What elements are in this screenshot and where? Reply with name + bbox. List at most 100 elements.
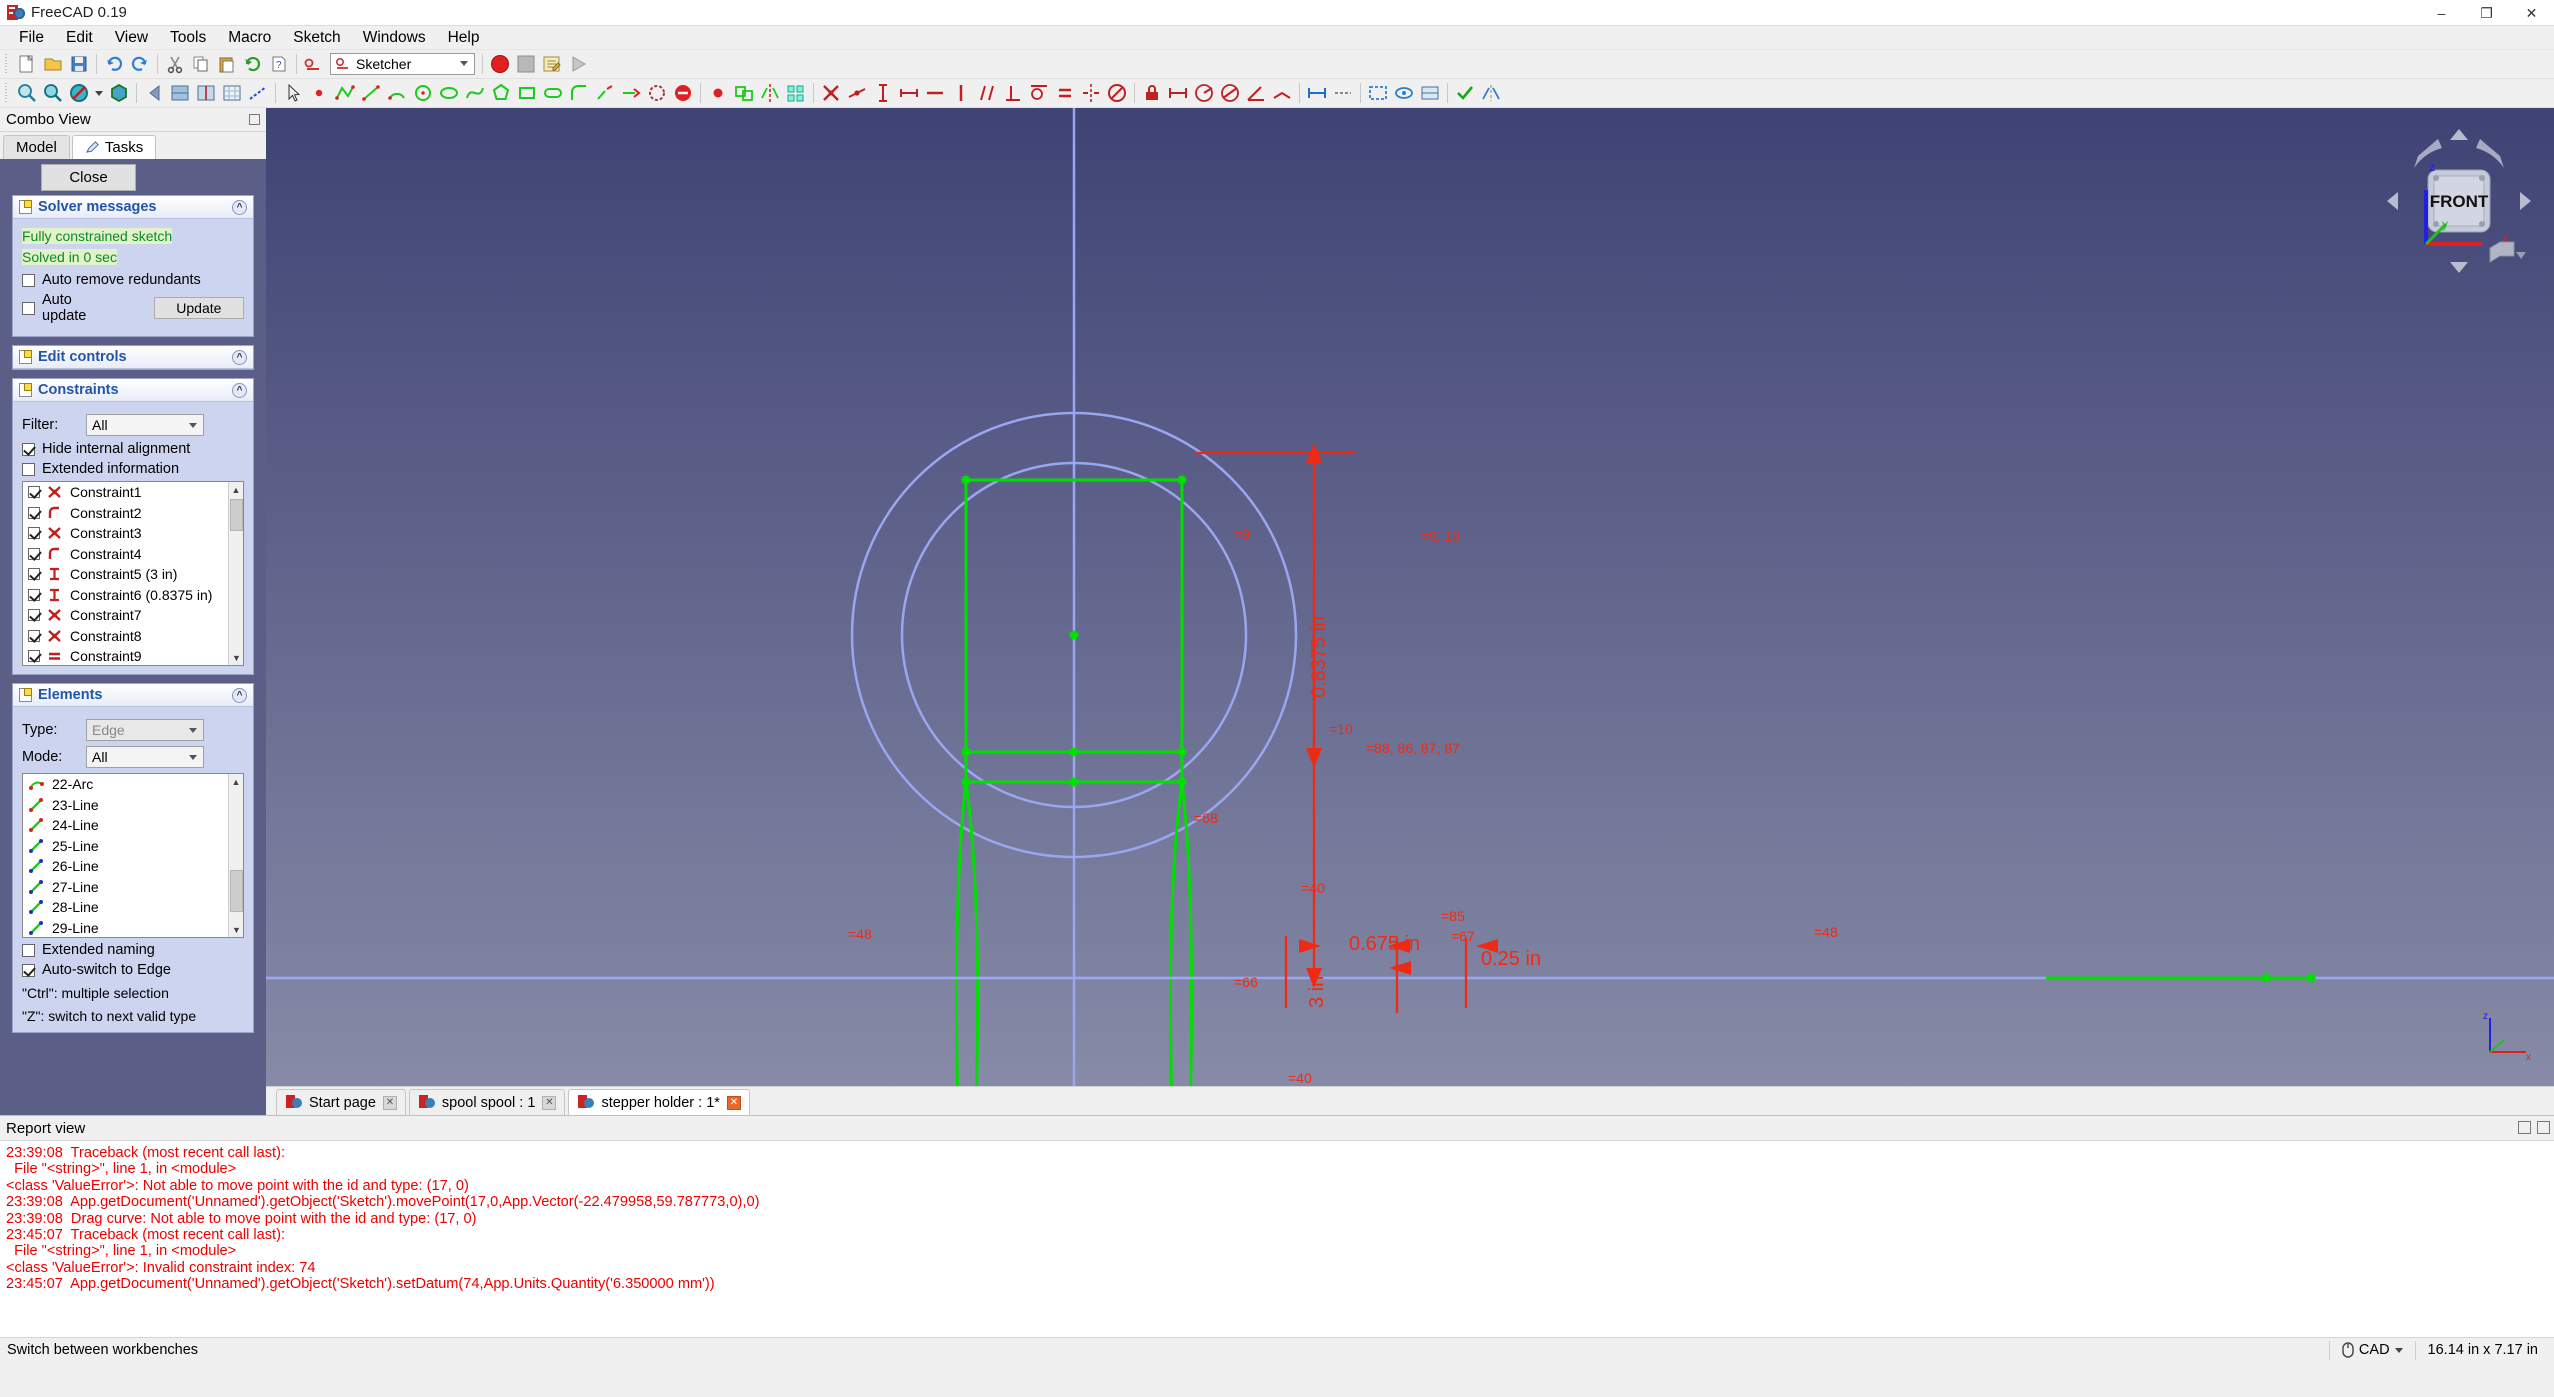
dim-0-675[interactable]: 0.675 in	[1349, 933, 1420, 956]
close-tab-icon[interactable]: ✕	[542, 1096, 556, 1110]
open-document-icon[interactable]	[41, 52, 65, 76]
extended-naming-checkbox[interactable]	[22, 944, 35, 957]
constraint-list-item[interactable]: Constraint4	[23, 544, 243, 565]
constrain-angle-icon[interactable]	[1244, 81, 1268, 105]
constraint-list-item[interactable]: Constraint2	[23, 503, 243, 524]
view-sketch-icon[interactable]	[168, 81, 192, 105]
toolbar-grip[interactable]	[4, 54, 11, 74]
view-section-icon[interactable]	[194, 81, 218, 105]
nav-style-selector[interactable]: CAD	[2329, 1341, 2415, 1360]
constraint-list-item[interactable]: Constraint9	[23, 646, 243, 666]
dim-0-8375[interactable]: 0.8375 in	[1308, 616, 1331, 698]
scroll-up-icon[interactable]: ▲	[229, 774, 243, 789]
conic-icon[interactable]	[437, 81, 461, 105]
save-icon[interactable]	[67, 52, 91, 76]
macros-button[interactable]	[540, 52, 564, 76]
menu-macro[interactable]: Macro	[217, 26, 282, 50]
sketch-mirror-icon[interactable]	[1479, 81, 1503, 105]
solver-messages-header[interactable]: Solver messages ^	[13, 196, 253, 219]
constraint-checkbox[interactable]	[28, 548, 40, 560]
navigation-cube[interactable]: FRONT x y z	[2384, 126, 2534, 276]
workbench-selector[interactable]: Sketcher	[330, 53, 475, 75]
external-geometry-icon[interactable]	[645, 81, 669, 105]
show-hide-internal-geometry-icon[interactable]	[1392, 81, 1416, 105]
constraint-checkbox[interactable]	[28, 486, 40, 498]
constraints-filter-select[interactable]: All	[86, 414, 204, 436]
constraint-list-item[interactable]: Constraint5 (3 in)	[23, 564, 243, 585]
constrain-vertical-distance-icon[interactable]	[871, 81, 895, 105]
minimize-button[interactable]: –	[2419, 0, 2464, 26]
new-document-icon[interactable]	[15, 52, 39, 76]
element-list-item[interactable]: 27-Line	[23, 877, 243, 898]
extended-naming-row[interactable]: Extended naming	[22, 942, 244, 958]
construction-mode-icon[interactable]	[706, 81, 730, 105]
select-icon[interactable]	[281, 81, 305, 105]
constraint-checkbox[interactable]	[28, 568, 40, 580]
collapse-icon[interactable]: ^	[232, 350, 247, 365]
constrain-coincident-icon[interactable]	[819, 81, 843, 105]
menu-sketch[interactable]: Sketch	[282, 26, 351, 50]
symmetry-icon[interactable]	[758, 81, 782, 105]
menu-file[interactable]: File	[8, 26, 55, 50]
auto-switch-row[interactable]: Auto-switch to Edge	[22, 962, 244, 978]
scroll-down-icon[interactable]: ▼	[229, 922, 244, 937]
sketch-validate-icon[interactable]	[1453, 81, 1477, 105]
collapse-icon[interactable]: ^	[232, 688, 247, 703]
sketcher-visual-icon[interactable]	[1418, 81, 1442, 105]
constraint-checkbox[interactable]	[28, 507, 40, 519]
arc-icon[interactable]	[385, 81, 409, 105]
constrain-tangent-icon[interactable]	[1027, 81, 1051, 105]
constrain-distance-icon[interactable]	[1166, 81, 1190, 105]
constraint-checkbox[interactable]	[28, 589, 40, 601]
close-tab-icon[interactable]: ✕	[727, 1096, 741, 1110]
draw-style-icon[interactable]	[67, 81, 91, 105]
element-list-item[interactable]: 29-Line	[23, 918, 243, 939]
polyline-icon[interactable]	[333, 81, 357, 105]
constraint-list-item[interactable]: Constraint3	[23, 523, 243, 544]
undock-icon[interactable]	[2518, 1121, 2531, 1134]
dim-0-25[interactable]: 0.25 in	[1481, 948, 1541, 971]
record-macro-button[interactable]	[488, 52, 512, 76]
edit-controls-header[interactable]: Edit controls ^	[13, 346, 253, 369]
close-icon[interactable]	[2537, 1121, 2550, 1134]
element-list-item[interactable]: 28-Line	[23, 897, 243, 918]
constrain-horizontal-icon[interactable]	[923, 81, 947, 105]
doc-tab-start-page[interactable]: Start page ✕	[276, 1089, 406, 1115]
toolbar-grip[interactable]	[4, 83, 11, 103]
doc-tab-stepper-holder[interactable]: stepper holder : 1* ✕	[568, 1089, 750, 1115]
maximize-button[interactable]: ❐	[2464, 0, 2509, 26]
polygon-icon[interactable]	[489, 81, 513, 105]
report-view-body[interactable]: 23:39:08 Traceback (most recent call las…	[0, 1141, 2554, 1337]
constrain-diameter-icon[interactable]	[1218, 81, 1242, 105]
auto-switch-checkbox[interactable]	[22, 964, 35, 977]
execute-macro-button[interactable]	[566, 52, 590, 76]
circle-icon[interactable]	[411, 81, 435, 105]
constrain-symmetric-icon[interactable]	[1079, 81, 1103, 105]
element-list-item[interactable]: 23-Line	[23, 795, 243, 816]
elements-header[interactable]: Elements ^	[13, 684, 253, 707]
cut-icon[interactable]	[163, 52, 187, 76]
toggle-active-constraint-icon[interactable]	[1331, 81, 1355, 105]
menu-help[interactable]: Help	[437, 26, 491, 50]
constrain-parallel-icon[interactable]	[975, 81, 999, 105]
constrain-radius-icon[interactable]	[1192, 81, 1216, 105]
fit-selection-icon[interactable]	[41, 81, 65, 105]
constraints-scrollbar[interactable]: ▲ ▼	[228, 482, 243, 665]
menu-windows[interactable]: Windows	[352, 26, 437, 50]
clone-icon[interactable]	[732, 81, 756, 105]
sketch-3d-viewport[interactable]: 0.8375 in 3 in 0.675 in 0.25 in =9 =9, 1…	[266, 108, 2554, 1086]
paste-icon[interactable]	[215, 52, 239, 76]
constraint-list-item[interactable]: Constraint7	[23, 605, 243, 626]
element-list-item[interactable]: 22-Arc	[23, 774, 243, 795]
rectangle-icon[interactable]	[515, 81, 539, 105]
draw-style-dropdown-icon[interactable]	[93, 81, 105, 105]
auto-remove-redundants-row[interactable]: Auto remove redundants	[22, 272, 244, 288]
constraints-list[interactable]: ▲ ▼ Constraint1Constraint2Constraint3Con…	[22, 481, 244, 666]
constrain-horizontal-distance-icon[interactable]	[897, 81, 921, 105]
undock-icon[interactable]	[249, 114, 260, 125]
close-button[interactable]: ✕	[2509, 0, 2554, 26]
constrain-refraction-icon[interactable]	[1270, 81, 1294, 105]
extended-information-checkbox[interactable]	[22, 463, 35, 476]
stop-macro-button[interactable]	[514, 52, 538, 76]
point-icon[interactable]	[307, 81, 331, 105]
